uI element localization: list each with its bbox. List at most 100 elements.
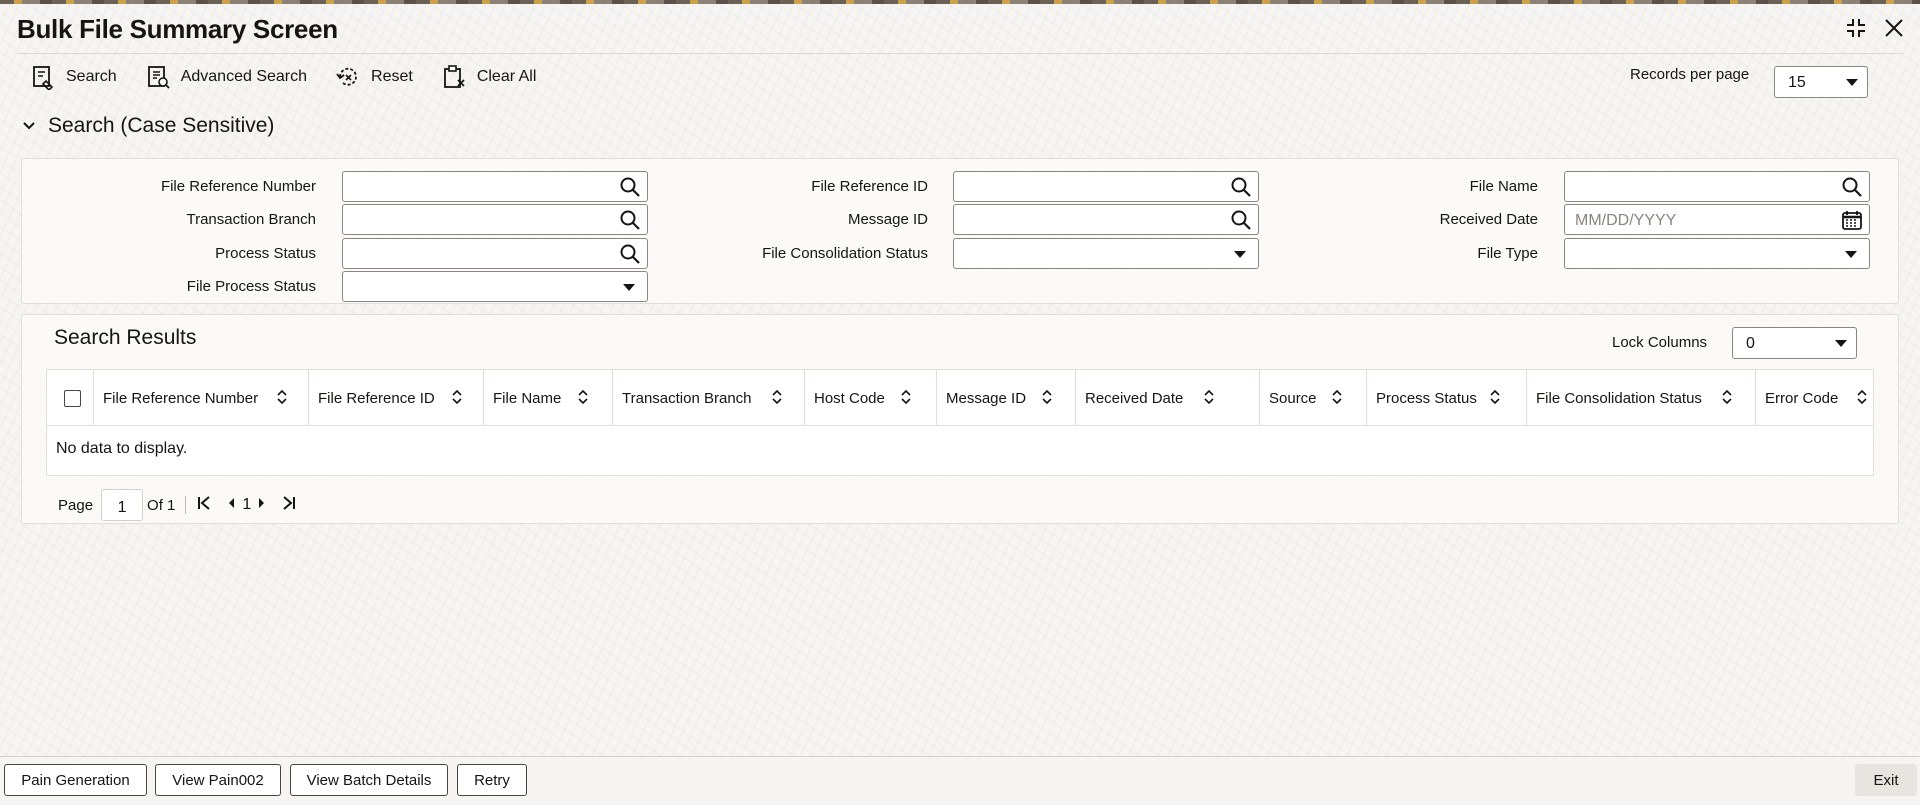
search-button-label: Search xyxy=(66,68,117,85)
column-header-label: Source xyxy=(1269,389,1317,407)
column-header-label: Transaction Branch xyxy=(622,389,752,407)
search-button[interactable]: Search xyxy=(30,64,117,90)
column-header-label: File Name xyxy=(493,389,562,407)
records-per-page-value: 15 xyxy=(1788,74,1806,91)
sort-icon[interactable] xyxy=(1041,389,1053,405)
column-header[interactable]: File Consolidation Status xyxy=(1527,370,1756,426)
search-icon[interactable] xyxy=(619,209,641,231)
chevron-down-icon xyxy=(1835,340,1847,347)
column-header[interactable]: File Reference Number xyxy=(94,370,309,426)
transaction-branch-label: Transaction Branch xyxy=(186,211,316,228)
reset-button[interactable]: Reset xyxy=(335,64,413,90)
file-type-label: File Type xyxy=(1477,245,1538,262)
previous-page-icon[interactable] xyxy=(226,495,236,515)
column-header-label: Error Code xyxy=(1765,389,1839,407)
window-controls xyxy=(1844,16,1906,40)
file-reference-number-input[interactable] xyxy=(342,171,648,202)
lock-columns-select[interactable]: 0 xyxy=(1732,327,1857,359)
header-decoration-strip xyxy=(0,0,1920,4)
chevron-down-icon xyxy=(23,122,35,130)
next-page-icon[interactable] xyxy=(257,495,267,515)
last-page-icon[interactable] xyxy=(281,495,297,515)
file-reference-id-input[interactable] xyxy=(953,171,1259,202)
sort-icon[interactable] xyxy=(1489,389,1501,405)
lock-columns-label: Lock Columns xyxy=(1612,334,1708,351)
clear-all-button[interactable]: Clear All xyxy=(441,64,537,90)
message-id-input[interactable] xyxy=(953,204,1259,235)
minimize-icon[interactable] xyxy=(1844,16,1868,40)
chevron-down-icon xyxy=(1845,251,1857,258)
view-pain002-button[interactable]: View Pain002 xyxy=(155,764,281,796)
column-header[interactable]: Message ID xyxy=(937,370,1076,426)
select-all-column xyxy=(47,370,94,426)
advanced-search-label: Advanced Search xyxy=(180,68,308,85)
received-date-input[interactable]: MM/DD/YYYY xyxy=(1564,204,1870,235)
close-icon[interactable] xyxy=(1882,16,1906,40)
records-per-page-select[interactable]: 15 xyxy=(1774,66,1868,98)
sort-icon[interactable] xyxy=(451,389,463,405)
file-reference-id-label: File Reference ID xyxy=(811,178,928,195)
file-type-select[interactable] xyxy=(1564,238,1870,269)
sort-icon[interactable] xyxy=(276,389,288,405)
search-icon[interactable] xyxy=(1230,176,1252,198)
column-header[interactable]: File Reference ID xyxy=(309,370,484,426)
page-of-label: Of 1 xyxy=(147,496,176,514)
process-status-input[interactable] xyxy=(342,238,648,269)
column-header[interactable]: Error Code xyxy=(1756,370,1873,426)
column-header-label: Message ID xyxy=(946,389,1027,407)
first-page-icon[interactable] xyxy=(196,495,212,515)
footer-bar: Pain Generation View Pain002 View Batch … xyxy=(0,756,1920,805)
column-header-label: Received Date xyxy=(1085,389,1184,407)
select-all-checkbox[interactable] xyxy=(64,390,81,407)
column-header-label: Host Code xyxy=(814,389,885,407)
exit-button[interactable]: Exit xyxy=(1855,764,1917,796)
search-results-title: Search Results xyxy=(54,326,197,349)
table-header: File Reference Number File Reference ID … xyxy=(47,370,1873,426)
column-header-label: File Reference Number xyxy=(103,389,259,407)
column-header[interactable]: Received Date xyxy=(1076,370,1260,426)
view-batch-details-button[interactable]: View Batch Details xyxy=(290,764,448,796)
search-section-toggle[interactable]: Search (Case Sensitive) xyxy=(22,114,274,138)
file-process-status-select[interactable] xyxy=(342,271,648,302)
search-icon[interactable] xyxy=(1230,209,1252,231)
advanced-search-button[interactable]: Advanced Search xyxy=(145,64,307,90)
search-icon[interactable] xyxy=(619,176,641,198)
search-icon[interactable] xyxy=(1841,176,1863,198)
sort-icon[interactable] xyxy=(1856,389,1868,405)
pain-generation-button[interactable]: Pain Generation xyxy=(4,764,147,796)
file-consolidation-status-label: File Consolidation Status xyxy=(762,245,928,262)
calendar-icon[interactable] xyxy=(1841,209,1863,231)
clear-all-label: Clear All xyxy=(476,68,537,85)
sort-icon[interactable] xyxy=(900,389,912,405)
message-id-label: Message ID xyxy=(847,211,928,228)
process-status-label: Process Status xyxy=(215,245,316,262)
file-reference-number-label: File Reference Number xyxy=(160,178,316,195)
current-page-number[interactable]: 1 xyxy=(242,496,251,514)
sort-icon[interactable] xyxy=(1203,389,1215,405)
sort-icon[interactable] xyxy=(771,389,783,405)
column-header[interactable]: Process Status xyxy=(1367,370,1527,426)
column-header[interactable]: Transaction Branch xyxy=(613,370,805,426)
column-header[interactable]: Source xyxy=(1260,370,1367,426)
search-icon[interactable] xyxy=(619,243,641,265)
sort-icon[interactable] xyxy=(577,389,589,405)
title-divider xyxy=(17,53,1903,54)
sort-icon[interactable] xyxy=(1721,389,1733,405)
file-name-input[interactable] xyxy=(1564,171,1870,202)
pagination-divider xyxy=(185,496,187,514)
chevron-down-icon xyxy=(623,284,635,291)
page-number-input[interactable]: 1 xyxy=(101,489,144,521)
retry-button[interactable]: Retry xyxy=(457,764,527,796)
sort-icon[interactable] xyxy=(1331,389,1343,405)
column-header[interactable]: Host Code xyxy=(805,370,937,426)
column-header[interactable]: File Name xyxy=(484,370,613,426)
transaction-branch-input[interactable] xyxy=(342,204,648,235)
chevron-down-icon xyxy=(1234,251,1246,258)
page-label: Page xyxy=(58,496,94,514)
advanced-search-icon xyxy=(147,66,170,89)
search-doc-icon xyxy=(33,66,54,90)
page-title: Bulk File Summary Screen xyxy=(17,14,338,44)
reset-label: Reset xyxy=(371,68,413,85)
received-date-label: Received Date xyxy=(1439,211,1538,228)
file-consolidation-status-select[interactable] xyxy=(953,238,1259,269)
